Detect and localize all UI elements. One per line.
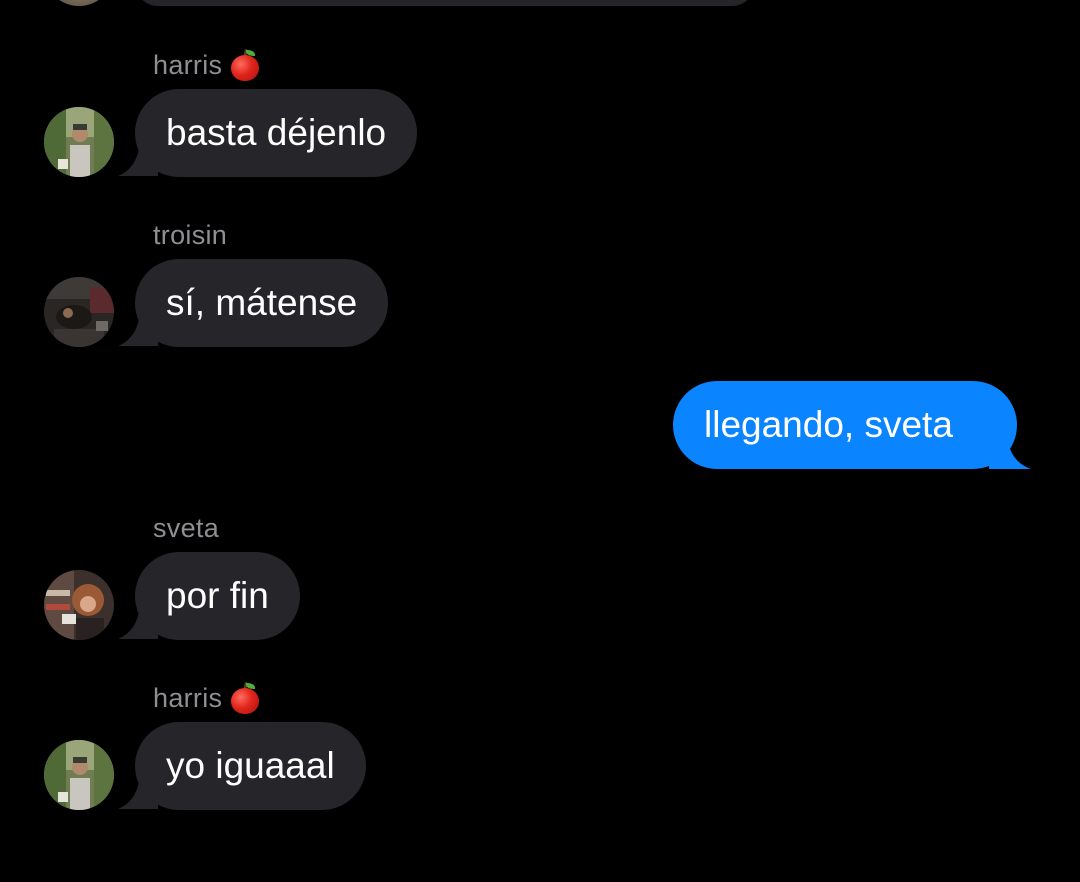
avatar-troisin[interactable] xyxy=(44,277,114,347)
sender-name: sveta xyxy=(153,511,219,545)
message-text: sí, mátense xyxy=(166,282,358,323)
message-bubble[interactable]: sí, mátense xyxy=(135,259,389,347)
sender-name-label: sveta xyxy=(153,512,220,543)
sender-name: harris xyxy=(153,48,260,82)
contact-avatar[interactable] xyxy=(44,0,114,6)
message-text: basta déjenlo xyxy=(166,112,387,153)
message-bubble[interactable]: yo iguaaal xyxy=(135,722,366,810)
message-thread: harris basta déjenlo troisin sí, mátense… xyxy=(0,0,1080,882)
message-text: llegando, sveta xyxy=(704,404,953,445)
message-bubble-outgoing[interactable]: llegando, sveta xyxy=(673,381,1017,469)
avatar-harris[interactable] xyxy=(44,107,114,177)
message-bubble[interactable]: basta déjenlo xyxy=(135,89,418,177)
message-text: por fin xyxy=(166,575,269,616)
avatar-harris[interactable] xyxy=(44,740,114,810)
message-text: yo iguaaal xyxy=(166,745,335,786)
sender-name: harris xyxy=(153,681,260,715)
message-bubble[interactable]: por fin xyxy=(135,552,300,640)
message-bubble-clipped[interactable] xyxy=(135,0,755,6)
sender-name-label: harris xyxy=(153,682,223,713)
sender-name: troisin xyxy=(153,218,227,252)
sender-name-label: harris xyxy=(153,49,223,80)
apple-emoji-icon xyxy=(230,681,260,714)
sender-name-label: troisin xyxy=(153,219,228,250)
avatar-sveta[interactable] xyxy=(44,570,114,640)
apple-emoji-icon xyxy=(230,48,260,81)
